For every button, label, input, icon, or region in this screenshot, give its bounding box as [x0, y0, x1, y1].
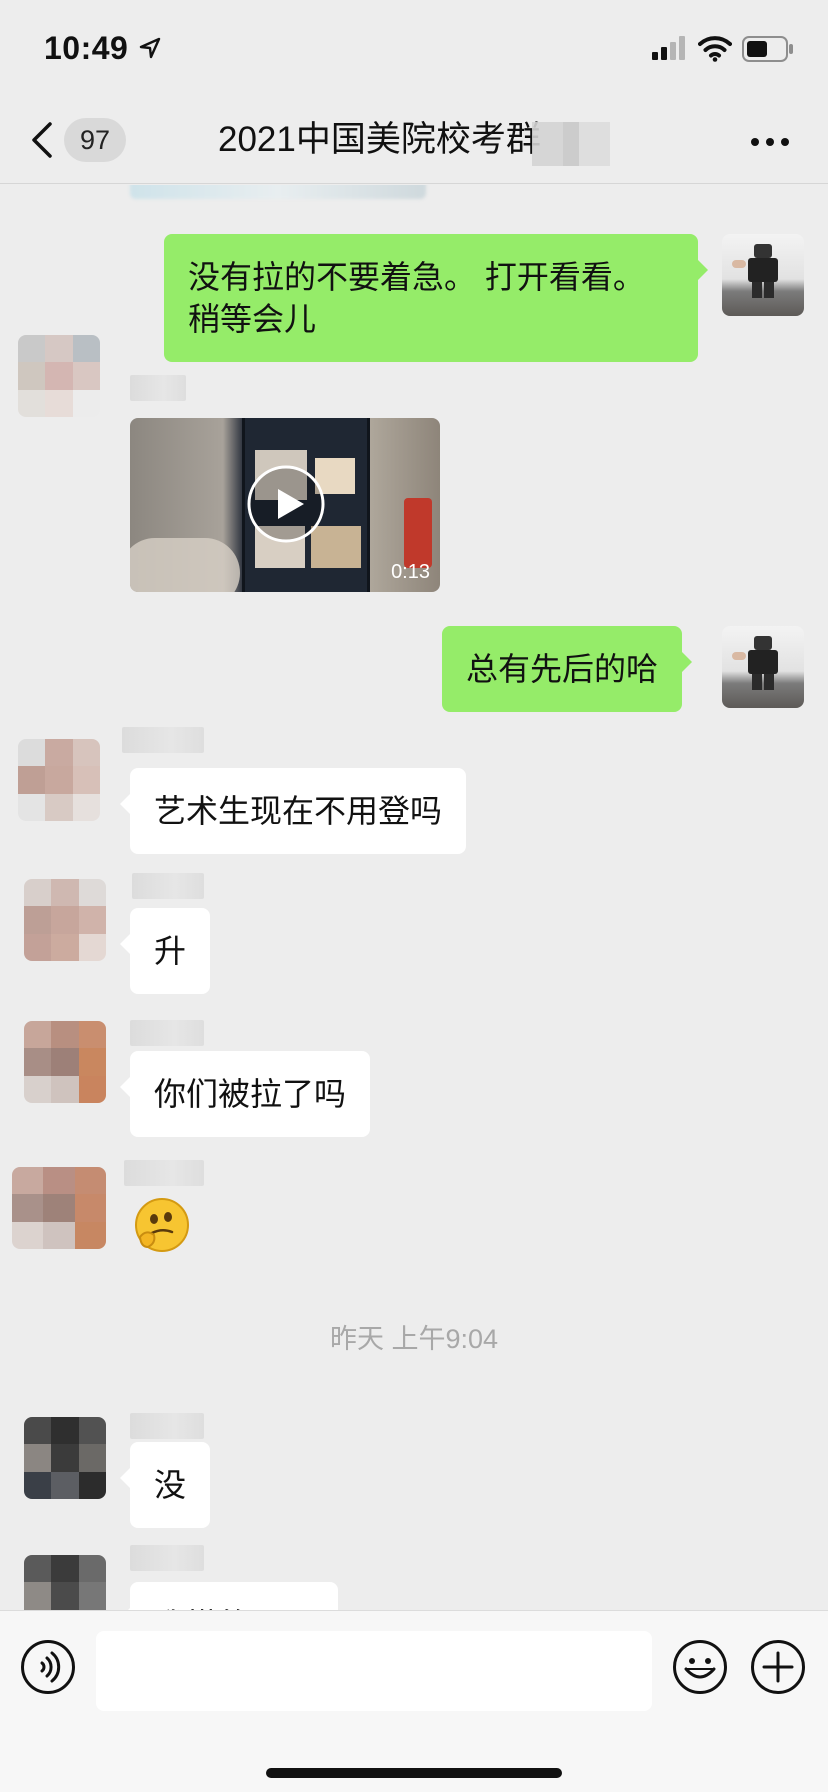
input-bar: [0, 1610, 828, 1792]
video-thumb-red-object: [404, 498, 432, 568]
location-arrow-icon: [139, 37, 161, 59]
home-indicator: [266, 1768, 562, 1778]
sender-name-redacted: [122, 727, 204, 753]
unread-count-badge[interactable]: 97: [64, 118, 126, 162]
sender-avatar[interactable]: [12, 1167, 106, 1249]
sender-avatar[interactable]: [24, 1555, 106, 1610]
self-avatar[interactable]: [722, 234, 804, 316]
chat-title: 2021中国美院校考群: [218, 120, 541, 159]
lego-figure-icon: [732, 636, 778, 690]
wifi-icon: [698, 36, 732, 62]
lego-figure-icon: [732, 244, 778, 298]
status-bar: 10:49: [0, 0, 828, 96]
title-censor-mosaic: [532, 122, 610, 166]
status-time: 10:49: [44, 30, 129, 66]
message-input[interactable]: [96, 1631, 652, 1711]
thinking-face-sticker[interactable]: [132, 1195, 190, 1253]
sender-avatar[interactable]: [24, 1417, 106, 1499]
message-bubble-incoming[interactable]: 你们被拉了吗: [119, 1051, 371, 1137]
message-bubble-incoming[interactable]: 升: [119, 908, 211, 994]
self-avatar[interactable]: [722, 626, 804, 708]
message-bubble-outgoing[interactable]: 没有拉的不要着急。 打开看看。 稍等会儿: [164, 234, 708, 362]
sender-name-redacted: [130, 1545, 204, 1571]
video-message[interactable]: 0:13: [130, 418, 440, 592]
previous-image-message[interactable]: [130, 185, 426, 199]
sender-avatar[interactable]: [24, 879, 106, 961]
message-bubble-incoming[interactable]: 艺术生现在不用登吗: [119, 768, 467, 854]
play-icon[interactable]: [246, 464, 326, 544]
sender-name-redacted: [130, 1413, 204, 1439]
sender-name-redacted: [130, 375, 186, 401]
video-thumb-hand: [130, 538, 240, 592]
message-bubble-incoming[interactable]: 没: [119, 1442, 211, 1528]
sender-name-redacted: [130, 1020, 204, 1046]
sender-name-redacted: [124, 1160, 204, 1186]
nav-bar: 97 2021中国美院校考群: [0, 96, 828, 184]
voice-icon[interactable]: [20, 1639, 76, 1695]
battery-icon: [742, 36, 793, 62]
sender-avatar[interactable]: [18, 335, 100, 417]
video-duration: 0:13: [391, 561, 430, 583]
message-bubble-outgoing[interactable]: 总有先后的哈: [442, 626, 693, 712]
message-timestamp: 昨天 上午9:04: [329, 1324, 499, 1354]
chat-message-list[interactable]: 没有拉的不要着急。 打开看看。 稍等会儿 0:13 总有先后的哈 艺术生现在不用…: [0, 185, 828, 1610]
cellular-signal-icon: [652, 36, 685, 60]
chevron-left-icon[interactable]: [28, 120, 56, 160]
sender-avatar[interactable]: [24, 1021, 106, 1103]
sender-avatar[interactable]: [18, 739, 100, 821]
plus-icon[interactable]: [750, 1639, 806, 1695]
emoji-icon[interactable]: [672, 1639, 728, 1695]
message-bubble-incoming[interactable]: 我搭的下了: [119, 1582, 339, 1610]
more-dots-icon[interactable]: [750, 136, 790, 148]
sender-name-redacted: [132, 873, 204, 899]
